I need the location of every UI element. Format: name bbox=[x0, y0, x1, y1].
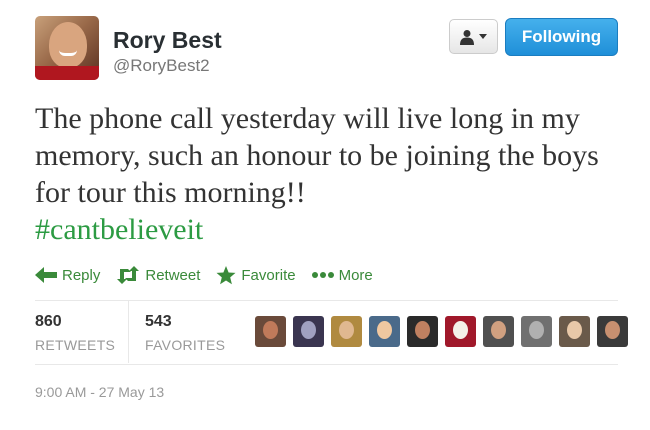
reply-label: Reply bbox=[62, 266, 101, 284]
avatar-shirt bbox=[35, 66, 99, 80]
tweet-text-block: The phone call yesterday will live long … bbox=[35, 100, 625, 248]
display-name[interactable]: Rory Best bbox=[113, 27, 222, 54]
favorites-stat[interactable]: 543 FAVORITES bbox=[145, 313, 225, 353]
favoriter-face bbox=[339, 321, 354, 339]
retweet-button[interactable]: Retweet bbox=[116, 266, 200, 284]
favoriter-avatar[interactable] bbox=[407, 316, 438, 347]
favorite-button[interactable]: Favorite bbox=[216, 265, 296, 285]
retweets-count: 860 bbox=[35, 313, 62, 330]
retweet-icon bbox=[117, 266, 140, 284]
more-button[interactable]: More bbox=[311, 266, 373, 284]
favoriter-avatar[interactable] bbox=[559, 316, 590, 347]
more-dots-icon bbox=[311, 272, 334, 278]
retweet-label: Retweet bbox=[145, 266, 201, 284]
favoriter-avatar[interactable] bbox=[445, 316, 476, 347]
tweet-timestamp[interactable]: 9:00 AM - 27 May 13 bbox=[35, 384, 164, 400]
tweet-text: The phone call yesterday will live long … bbox=[35, 102, 599, 209]
favoriter-avatar[interactable] bbox=[293, 316, 324, 347]
favoriter-avatar[interactable] bbox=[331, 316, 362, 347]
favoriter-face bbox=[415, 321, 430, 339]
favoriter-face bbox=[377, 321, 392, 339]
retweets-label: RETWEETS bbox=[35, 337, 116, 353]
favoriter-face bbox=[567, 321, 582, 339]
username[interactable]: @RoryBest2 bbox=[113, 56, 210, 76]
favoriter-face bbox=[491, 321, 506, 339]
reply-button[interactable]: Reply bbox=[35, 267, 100, 284]
favoriter-avatars bbox=[255, 316, 628, 347]
favoriter-face bbox=[263, 321, 278, 339]
favoriter-face bbox=[453, 321, 468, 339]
person-icon bbox=[460, 29, 474, 45]
favoriter-avatar[interactable] bbox=[369, 316, 400, 347]
caret-down-icon bbox=[479, 33, 487, 39]
stat-separator bbox=[128, 301, 129, 363]
avatar-face bbox=[49, 22, 87, 68]
reply-arrow-icon bbox=[35, 267, 57, 283]
following-button[interactable]: Following bbox=[505, 18, 618, 56]
favoriter-avatar[interactable] bbox=[521, 316, 552, 347]
favoriter-avatar[interactable] bbox=[597, 316, 628, 347]
avatar[interactable] bbox=[35, 16, 99, 80]
hashtag-link[interactable]: #cantbelieveit bbox=[35, 213, 203, 246]
favoriter-avatar[interactable] bbox=[483, 316, 514, 347]
user-actions-button[interactable] bbox=[449, 19, 498, 54]
favoriter-face bbox=[529, 321, 544, 339]
tweet-card: Rory Best @RoryBest2 Following The phone… bbox=[0, 0, 650, 430]
favoriter-avatar[interactable] bbox=[255, 316, 286, 347]
favorite-label: Favorite bbox=[241, 266, 296, 284]
more-label: More bbox=[338, 266, 373, 284]
star-icon bbox=[216, 265, 236, 284]
favoriter-face bbox=[301, 321, 316, 339]
retweets-stat[interactable]: 860 RETWEETS bbox=[35, 313, 115, 353]
tweet-actions: Reply Retweet Favorite More bbox=[35, 264, 389, 286]
favorites-count: 543 bbox=[145, 313, 172, 330]
divider-top bbox=[35, 300, 618, 301]
favoriter-face bbox=[605, 321, 620, 339]
favorites-label: FAVORITES bbox=[145, 337, 226, 353]
divider-bottom bbox=[35, 364, 618, 365]
